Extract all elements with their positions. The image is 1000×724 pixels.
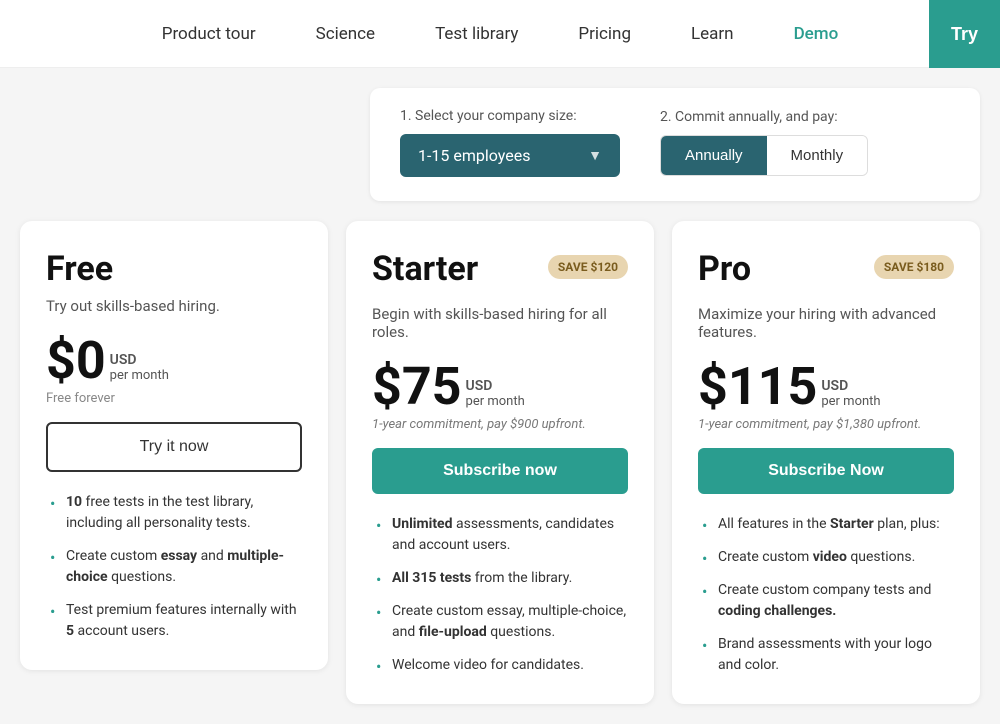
list-item: Create custom essay and multiple-choice …	[46, 546, 302, 588]
starter-plan-card: Starter SAVE $120 Begin with skills-base…	[346, 221, 654, 704]
chevron-down-icon: ▼	[588, 147, 602, 164]
starter-plan-name: Starter	[372, 249, 478, 289]
free-plan-card: Free Try out skills-based hiring. $0 USD…	[20, 221, 328, 670]
starter-price: $75	[372, 361, 462, 413]
free-features-list: 10 free tests in the test library, inclu…	[46, 492, 302, 642]
billing-monthly[interactable]: Monthly	[767, 136, 868, 175]
list-item: All features in the Starter plan, plus:	[698, 514, 954, 535]
pro-plan-tagline: Maximize your hiring with advanced featu…	[698, 305, 954, 341]
free-price: $0	[46, 335, 106, 387]
pro-plan-card: Pro SAVE $180 Maximize your hiring with …	[672, 221, 980, 704]
starter-price-row: $75 USD per month	[372, 361, 628, 413]
starter-plan-tagline: Begin with skills-based hiring for all r…	[372, 305, 628, 341]
billing-toggle: Annually Monthly	[660, 135, 868, 176]
nav-links: Product tour Science Test library Pricin…	[20, 16, 980, 52]
pro-price-row: $115 USD per month	[698, 361, 954, 413]
plan-selector-card: 1. Select your company size: 1-15 employ…	[370, 88, 980, 201]
pro-features-list: All features in the Starter plan, plus: …	[698, 514, 954, 676]
free-plan-name: Free	[46, 249, 302, 289]
pro-save-badge: SAVE $180	[874, 255, 954, 279]
free-cta-button[interactable]: Try it now	[46, 422, 302, 472]
free-period: per month	[110, 368, 169, 383]
free-subtext: Free forever	[46, 391, 302, 406]
starter-card-header: Starter SAVE $120	[372, 249, 628, 297]
free-plan-tagline: Try out skills-based hiring.	[46, 297, 302, 315]
nav-product-tour[interactable]: Product tour	[132, 16, 286, 52]
starter-period: per month	[466, 394, 525, 409]
list-item: Create custom company tests and coding c…	[698, 580, 954, 622]
free-price-row: $0 USD per month	[46, 335, 302, 387]
company-size-label: 1. Select your company size:	[400, 108, 620, 124]
free-price-meta: USD per month	[110, 352, 169, 387]
nav-demo[interactable]: Demo	[764, 16, 869, 52]
starter-price-meta: USD per month	[466, 378, 525, 413]
list-item: Create custom video questions.	[698, 547, 954, 568]
pro-currency: USD	[821, 378, 880, 394]
billing-label: 2. Commit annually, and pay:	[660, 109, 868, 125]
starter-currency: USD	[466, 378, 525, 394]
main-content: 1. Select your company size: 1-15 employ…	[0, 68, 1000, 724]
company-size-section: 1. Select your company size: 1-15 employ…	[400, 108, 620, 177]
nav-science[interactable]: Science	[286, 16, 405, 52]
billing-annually[interactable]: Annually	[661, 136, 767, 175]
free-currency: USD	[110, 352, 169, 368]
pro-price-meta: USD per month	[821, 378, 880, 413]
nav-learn[interactable]: Learn	[661, 16, 764, 52]
nav-pricing[interactable]: Pricing	[548, 16, 661, 52]
pro-plan-name: Pro	[698, 249, 751, 289]
pro-commitment: 1-year commitment, pay $1,380 upfront.	[698, 417, 954, 432]
list-item: Create custom essay, multiple-choice, an…	[372, 601, 628, 643]
list-item: 10 free tests in the test library, inclu…	[46, 492, 302, 534]
starter-features-list: Unlimited assessments, candidates and ac…	[372, 514, 628, 676]
starter-save-badge: SAVE $120	[548, 255, 628, 279]
company-size-value: 1-15 employees	[418, 146, 530, 165]
pro-price: $115	[698, 361, 817, 413]
list-item: Brand assessments with your logo and col…	[698, 634, 954, 676]
try-button[interactable]: Try	[929, 0, 1000, 68]
nav-test-library[interactable]: Test library	[405, 16, 548, 52]
company-size-dropdown[interactable]: 1-15 employees ▼	[400, 134, 620, 177]
list-item: Unlimited assessments, candidates and ac…	[372, 514, 628, 556]
pro-card-header: Pro SAVE $180	[698, 249, 954, 297]
starter-commitment: 1-year commitment, pay $900 upfront.	[372, 417, 628, 432]
list-item: Welcome video for candidates.	[372, 655, 628, 676]
list-item: Test premium features internally with 5 …	[46, 600, 302, 642]
billing-section: 2. Commit annually, and pay: Annually Mo…	[660, 109, 868, 176]
pro-cta-button[interactable]: Subscribe Now	[698, 448, 954, 494]
navigation: Product tour Science Test library Pricin…	[0, 0, 1000, 68]
starter-cta-button[interactable]: Subscribe now	[372, 448, 628, 494]
pricing-cards: Free Try out skills-based hiring. $0 USD…	[20, 221, 980, 704]
pro-period: per month	[821, 394, 880, 409]
list-item: All 315 tests from the library.	[372, 568, 628, 589]
